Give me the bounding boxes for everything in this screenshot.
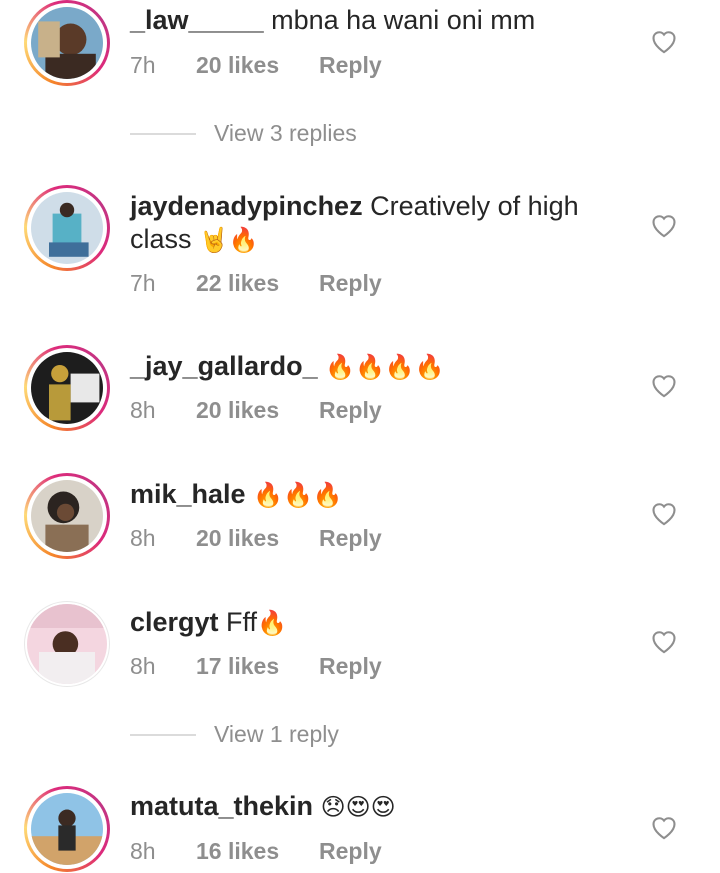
comment-time: 8h (130, 397, 156, 423)
reply-button[interactable]: Reply (319, 52, 382, 79)
comment-username[interactable]: clergyt (130, 607, 219, 637)
view-replies-button[interactable]: View 1 reply (214, 721, 339, 748)
comment-time: 7h (130, 270, 156, 296)
comment-text: _law_____ mbna ha wani oni mm (130, 4, 600, 37)
comment-meta: 8h 20 likes Reply (130, 525, 382, 552)
comment-body: Fff (218, 607, 258, 637)
comment-body (313, 791, 321, 821)
avatar[interactable] (24, 185, 110, 271)
comment-time: 8h (130, 653, 156, 679)
comment-text: jaydenadypinchez Creatively of high clas… (130, 190, 600, 257)
comment-text: matuta_thekin 😞😍😍 (130, 790, 600, 824)
comment-time: 8h (130, 525, 156, 551)
heart-outline-icon[interactable] (650, 372, 678, 398)
avatar[interactable] (24, 786, 110, 872)
comment-likes[interactable]: 20 likes (196, 397, 319, 424)
comment-meta: 7h 20 likes Reply (130, 52, 382, 79)
divider (130, 132, 196, 135)
comment-meta: 8h 17 likes Reply (130, 653, 382, 680)
comment-meta: 7h 22 likes Reply (130, 270, 382, 297)
avatar[interactable] (24, 345, 110, 431)
comment-emoji: 😞😍😍 (320, 793, 396, 821)
reply-button[interactable]: Reply (319, 525, 382, 552)
avatar[interactable] (24, 601, 110, 687)
comment-username[interactable]: _jay_gallardo_ (130, 351, 318, 381)
comment-meta: 8h 16 likes Reply (130, 838, 382, 865)
comment-body (246, 479, 254, 509)
comment-username[interactable]: matuta_thekin (130, 791, 313, 821)
avatar[interactable] (24, 473, 110, 559)
view-replies-button[interactable]: View 3 replies (214, 120, 357, 147)
view-replies-row[interactable]: View 3 replies (130, 120, 357, 147)
comment-username[interactable]: jaydenadypinchez (130, 191, 363, 221)
comment-time: 8h (130, 838, 156, 864)
heart-outline-icon[interactable] (650, 28, 678, 54)
heart-outline-icon[interactable] (650, 212, 678, 238)
reply-button[interactable]: Reply (319, 397, 382, 424)
comment-username[interactable]: _law_____ (130, 5, 264, 35)
comment-emoji: 🔥 (257, 609, 287, 637)
avatar[interactable] (24, 0, 110, 86)
comment-emoji: 🔥🔥🔥 (253, 481, 343, 509)
comment-text: clergyt Fff🔥 (130, 606, 600, 640)
comment-time: 7h (130, 52, 156, 78)
comment-meta: 8h 20 likes Reply (130, 397, 382, 424)
comment-body: mbna ha wani oni mm (263, 5, 536, 35)
comment-likes[interactable]: 20 likes (196, 525, 319, 552)
divider (130, 733, 196, 736)
heart-outline-icon[interactable] (650, 814, 678, 840)
comment-text: _jay_gallardo_ 🔥🔥🔥🔥 (130, 350, 600, 384)
heart-outline-icon[interactable] (650, 500, 678, 526)
comment-likes[interactable]: 20 likes (196, 52, 319, 79)
reply-button[interactable]: Reply (319, 653, 382, 680)
heart-outline-icon[interactable] (650, 628, 678, 654)
comment-emoji: 🔥🔥🔥🔥 (325, 353, 445, 381)
comment-emoji: 🤘🔥 (199, 226, 259, 254)
reply-button[interactable]: Reply (319, 838, 382, 865)
comment-body (318, 351, 326, 381)
comment-text: mik_hale 🔥🔥🔥 (130, 478, 600, 512)
comment-likes[interactable]: 22 likes (196, 270, 319, 297)
comment-username[interactable]: mik_hale (130, 479, 246, 509)
comment-likes[interactable]: 17 likes (196, 653, 319, 680)
reply-button[interactable]: Reply (319, 270, 382, 297)
comment-likes[interactable]: 16 likes (196, 838, 319, 865)
view-replies-row[interactable]: View 1 reply (130, 721, 339, 748)
